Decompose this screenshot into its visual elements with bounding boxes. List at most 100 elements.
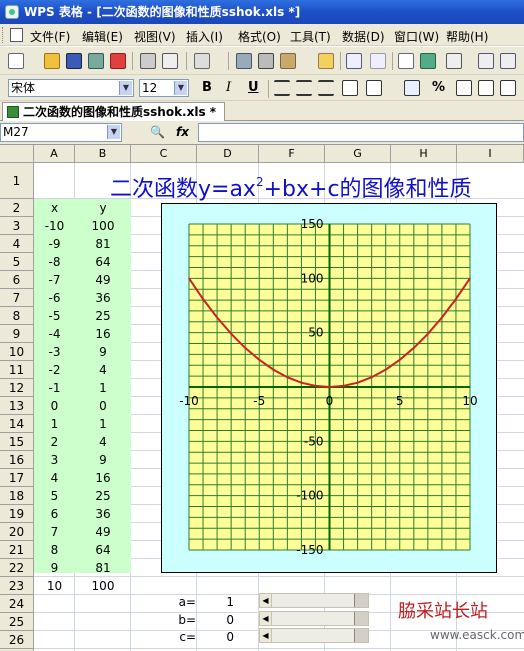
sort-asc-icon[interactable] — [478, 53, 494, 69]
cell-x[interactable]: -8 — [34, 253, 75, 271]
open-icon[interactable] — [44, 53, 60, 69]
cell-y[interactable]: 36 — [75, 289, 131, 307]
document-menu-icon[interactable] — [10, 28, 23, 42]
menu-window[interactable]: 窗口(W) — [394, 28, 439, 45]
redo-icon[interactable] — [370, 53, 386, 69]
column-header-c[interactable]: C — [131, 145, 197, 163]
cell-y[interactable]: 25 — [75, 307, 131, 325]
param-b-slider[interactable]: ◀ — [259, 611, 369, 626]
cell-y[interactable]: 4 — [75, 361, 131, 379]
save-icon[interactable] — [66, 53, 82, 69]
header-cell-x[interactable]: x — [34, 199, 75, 217]
cell-y[interactable]: 100 — [75, 217, 131, 235]
row-header[interactable]: 16 — [0, 451, 34, 469]
row-header[interactable]: 19 — [0, 505, 34, 523]
row-header[interactable]: 7 — [0, 289, 34, 307]
row-header[interactable]: 4 — [0, 235, 34, 253]
cell-x[interactable]: 3 — [34, 451, 75, 469]
zoom-icon[interactable]: 🔍 — [150, 125, 165, 139]
column-header-i[interactable]: I — [457, 145, 524, 163]
column-header-d[interactable]: D — [197, 145, 259, 163]
column-header-g[interactable]: G — [325, 145, 391, 163]
menu-data[interactable]: 数据(D) — [342, 28, 385, 45]
chevron-left-icon[interactable]: ◀ — [260, 629, 272, 642]
cell-x[interactable]: -1 — [34, 379, 75, 397]
insert-function-icon[interactable]: fx — [176, 125, 189, 139]
bold-button[interactable]: B — [202, 80, 212, 95]
row-header[interactable]: 5 — [0, 253, 34, 271]
column-header-a[interactable]: A — [34, 145, 75, 163]
traditional-chinese-icon[interactable] — [194, 53, 210, 69]
row-header[interactable]: 21 — [0, 541, 34, 559]
cell-x[interactable]: 7 — [34, 523, 75, 541]
cell-y[interactable]: 64 — [75, 253, 131, 271]
format-painter-icon[interactable] — [318, 53, 334, 69]
cell-x[interactable]: 1 — [34, 415, 75, 433]
cell-y[interactable]: 64 — [75, 541, 131, 559]
slider-thumb[interactable] — [354, 629, 368, 642]
cell-y[interactable]: 81 — [75, 235, 131, 253]
cell-x[interactable]: -5 — [34, 307, 75, 325]
row-header[interactable]: 9 — [0, 325, 34, 343]
column-header-f[interactable]: F — [259, 145, 325, 163]
increase-decimal-icon[interactable] — [478, 80, 494, 96]
font-size-select[interactable]: 12 ▼ — [139, 79, 189, 97]
cell-x[interactable]: 10 — [34, 577, 75, 595]
merge-cells-icon[interactable] — [342, 80, 358, 96]
autosum-icon[interactable] — [446, 53, 462, 69]
row-header[interactable]: 3 — [0, 217, 34, 235]
print-preview-icon[interactable] — [162, 53, 178, 69]
italic-button[interactable]: I — [226, 80, 231, 95]
new-icon[interactable] — [8, 53, 24, 69]
copy-icon[interactable] — [236, 53, 252, 69]
row-header[interactable]: 23 — [0, 577, 34, 595]
select-all-corner[interactable] — [0, 145, 34, 163]
cell-x[interactable]: -9 — [34, 235, 75, 253]
cell-x[interactable]: 8 — [34, 541, 75, 559]
cell-y[interactable]: 4 — [75, 433, 131, 451]
row-header[interactable]: 15 — [0, 433, 34, 451]
chevron-down-icon[interactable]: ▼ — [119, 81, 132, 95]
row-header[interactable]: 18 — [0, 487, 34, 505]
row-header[interactable]: 13 — [0, 397, 34, 415]
percent-button[interactable]: % — [432, 80, 445, 95]
cell-y[interactable]: 0 — [75, 397, 131, 415]
row-header[interactable]: 20 — [0, 523, 34, 541]
cell-x[interactable]: 2 — [34, 433, 75, 451]
print-icon[interactable] — [140, 53, 156, 69]
cell-y[interactable]: 36 — [75, 505, 131, 523]
cell-x[interactable]: -2 — [34, 361, 75, 379]
row-header[interactable]: 14 — [0, 415, 34, 433]
cell-y[interactable]: 16 — [75, 325, 131, 343]
undo-icon[interactable] — [346, 53, 362, 69]
cell-x[interactable]: 6 — [34, 505, 75, 523]
cut-icon[interactable] — [258, 53, 274, 69]
column-header-b[interactable]: B — [75, 145, 131, 163]
chevron-left-icon[interactable]: ◀ — [260, 594, 272, 607]
column-header-h[interactable]: H — [391, 145, 457, 163]
formula-icon[interactable] — [398, 53, 414, 69]
cell-y[interactable]: 100 — [75, 577, 131, 595]
menu-insert[interactable]: 插入(I) — [186, 28, 223, 45]
cell-x[interactable]: -7 — [34, 271, 75, 289]
chevron-down-icon[interactable]: ▼ — [174, 81, 187, 95]
cell-y[interactable]: 16 — [75, 469, 131, 487]
hyperlink-icon[interactable] — [420, 53, 436, 69]
pdf-icon[interactable] — [110, 53, 126, 69]
chevron-down-icon[interactable]: ▼ — [107, 125, 120, 139]
chevron-left-icon[interactable]: ◀ — [260, 612, 272, 625]
row-header[interactable]: 17 — [0, 469, 34, 487]
cell-x[interactable]: -4 — [34, 325, 75, 343]
document-tab[interactable]: 二次函数的图像和性质sshok.xls * — [2, 102, 226, 121]
align-center-icon[interactable] — [296, 80, 312, 96]
row-header[interactable]: 22 — [0, 559, 34, 577]
align-left-icon[interactable] — [274, 80, 290, 96]
menu-edit[interactable]: 编辑(E) — [82, 28, 123, 45]
cell-y[interactable]: 1 — [75, 379, 131, 397]
cell-y[interactable]: 81 — [75, 559, 131, 577]
row-header[interactable]: 11 — [0, 361, 34, 379]
align-right-icon[interactable] — [318, 80, 334, 96]
cell-y[interactable]: 25 — [75, 487, 131, 505]
row-header[interactable]: 1 — [0, 163, 34, 199]
name-box[interactable]: M27 ▼ — [0, 123, 122, 142]
